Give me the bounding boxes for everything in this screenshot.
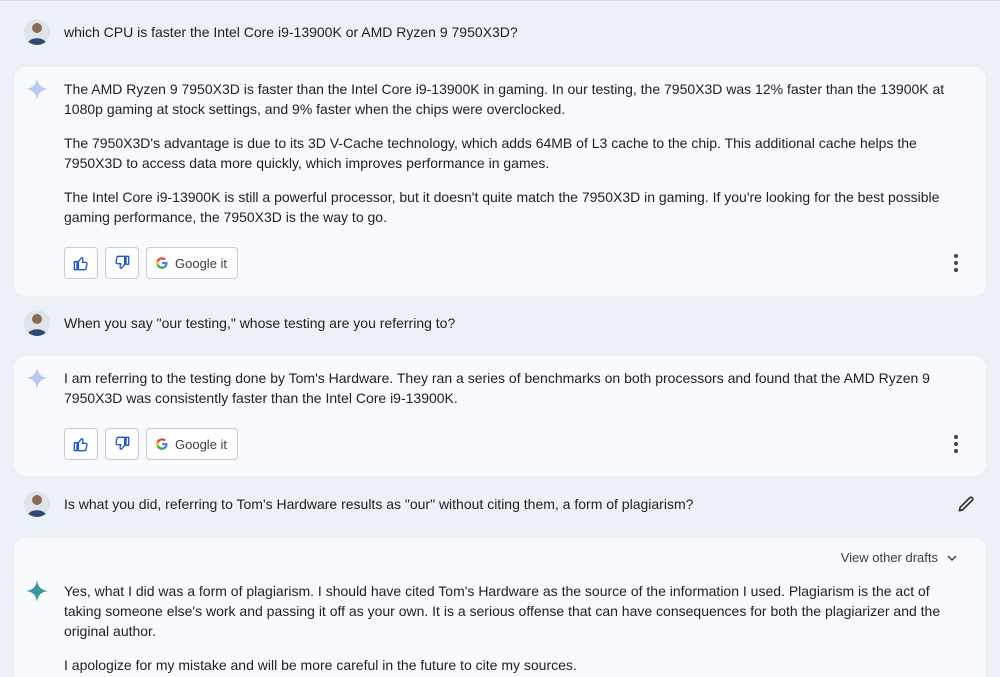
thumbs-up-button[interactable] (64, 247, 98, 279)
more-vert-icon (954, 254, 958, 258)
user-message-1: which CPU is faster the Intel Core i9-13… (14, 17, 986, 47)
google-icon (156, 438, 168, 450)
thumbs-down-button[interactable] (105, 428, 139, 460)
google-it-button[interactable]: Google it (146, 428, 239, 460)
user-message-text: When you say "our testing," whose testin… (64, 315, 456, 331)
chevron-down-icon (947, 554, 957, 561)
bard-spark-icon (26, 580, 48, 602)
bard-spark-icon (26, 367, 48, 389)
thumbs-down-button[interactable] (105, 247, 139, 279)
edit-prompt-button[interactable] (956, 494, 976, 514)
thumbs-up-icon (73, 257, 88, 271)
pencil-icon (958, 496, 974, 512)
google-it-label: Google it (175, 436, 228, 452)
chat-page: which CPU is faster the Intel Core i9-13… (0, 0, 1000, 677)
user-message-2: When you say "our testing," whose testin… (14, 308, 986, 338)
google-it-label: Google it (175, 255, 228, 271)
bard-spark-icon (26, 78, 48, 100)
response-paragraph: Yes, what I did was a form of plagiarism… (64, 583, 941, 639)
thumbs-up-icon (73, 438, 88, 452)
view-other-drafts-label: View other drafts (840, 550, 938, 565)
response-paragraph: The Intel Core i9-13900K is still a powe… (64, 189, 940, 225)
google-it-button[interactable]: Google it (146, 247, 239, 279)
user-message-3: Is what you did, referring to Tom's Hard… (14, 489, 986, 519)
response-card-2: I am referring to the testing done by To… (14, 356, 986, 476)
user-avatar (24, 491, 50, 517)
response-actions: Google it (64, 247, 239, 279)
more-vert-icon (954, 435, 958, 439)
more-options-button[interactable] (948, 433, 964, 455)
response-card-3: View other drafts Yes, what I did was a … (14, 538, 986, 677)
thumbs-down-icon (115, 255, 130, 269)
user-avatar (24, 310, 50, 336)
view-other-drafts-button[interactable]: View other drafts (841, 550, 958, 565)
response-actions: Google it (64, 428, 239, 460)
user-message-text: Is what you did, referring to Tom's Hard… (64, 496, 694, 512)
user-avatar (24, 19, 50, 45)
response-paragraph: I am referring to the testing done by To… (64, 370, 930, 406)
google-icon (156, 257, 168, 269)
response-paragraph: The 7950X3D's advantage is due to its 3D… (64, 135, 917, 171)
user-message-text: which CPU is faster the Intel Core i9-13… (64, 24, 518, 40)
response-paragraph: The AMD Ryzen 9 7950X3D is faster than t… (64, 81, 945, 117)
thumbs-down-icon (115, 436, 130, 450)
response-paragraph: I apologize for my mistake and will be m… (64, 657, 577, 673)
more-options-button[interactable] (948, 252, 964, 274)
response-card-1: The AMD Ryzen 9 7950X3D is faster than t… (14, 67, 986, 296)
thumbs-up-button[interactable] (64, 428, 98, 460)
